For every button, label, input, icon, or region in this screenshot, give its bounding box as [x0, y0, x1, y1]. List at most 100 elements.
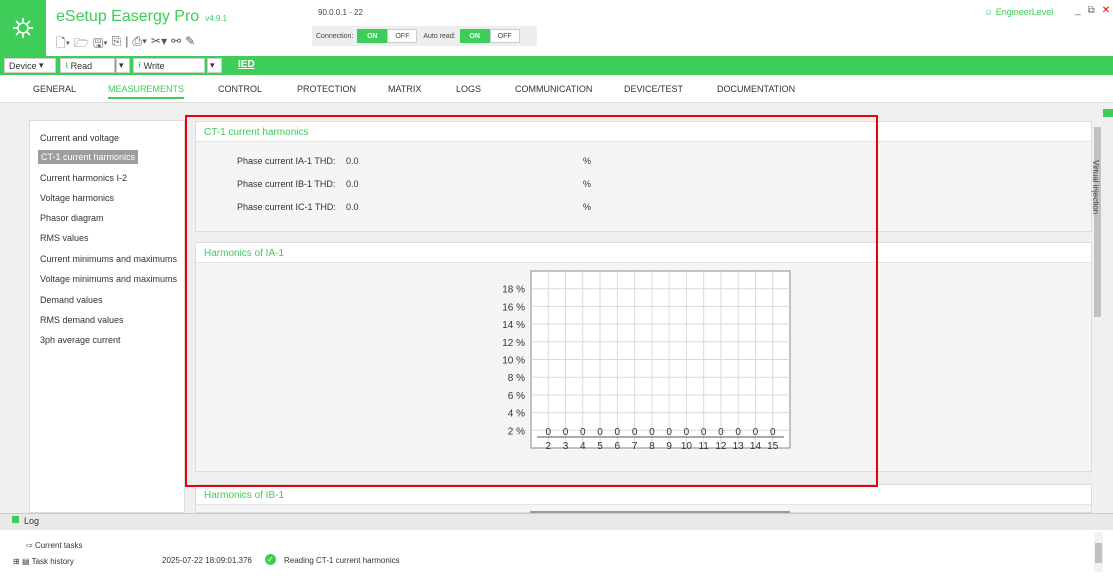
main-tabs: GENERAL MEASUREMENTS CONTROL PROTECTION …	[0, 75, 1113, 103]
connection-on-toggle[interactable]: ON	[357, 29, 388, 43]
write-button[interactable]: ⭱ Write	[133, 58, 205, 73]
ia-thd-value: 0.0	[346, 156, 359, 166]
main-toolbar: Device ▾ ⭳ Read ▾ ⭱ Write ▾ IED	[0, 56, 1113, 75]
open-folder-icon[interactable]: 🗁	[74, 34, 89, 55]
harmonics-ib-panel: Harmonics of IB-1	[195, 484, 1092, 513]
chart-x-tick-label: 9	[666, 441, 672, 452]
toolbar-separator: |	[125, 34, 129, 48]
sidebar-item-ct1-current-harmonics[interactable]: CT-1 current harmonics	[38, 150, 139, 164]
chart-x-tick-label: 7	[632, 441, 638, 452]
restore-icon[interactable]: ⧉	[1088, 5, 1095, 16]
sidebar-item-current-harmonics-i2[interactable]: Current harmonics I-2	[40, 173, 127, 183]
tools-icon[interactable]: ✂▾	[151, 34, 167, 55]
link-icon[interactable]: ⚯	[171, 34, 181, 55]
sidebar-item-rms-demand-values[interactable]: RMS demand values	[40, 315, 124, 325]
auto-read-off-toggle[interactable]: OFF	[489, 29, 520, 43]
chart-y-tick-label: 12 %	[502, 338, 525, 349]
sidebar-item-voltage-min-max[interactable]: Voltage minimums and maximums	[40, 274, 177, 284]
sidebar-item-current-and-voltage[interactable]: Current and voltage	[40, 133, 119, 143]
chart-y-tick-label: 2 %	[508, 426, 525, 437]
export-icon[interactable]: ⎘	[112, 34, 122, 55]
log-scrollbar-thumb[interactable]	[1095, 543, 1102, 563]
task-history-item[interactable]: ⊞ ▤ Task history	[13, 557, 74, 566]
sidebar-item-current-min-max[interactable]: Current minimums and maximums	[40, 254, 177, 264]
ia-thd-label: Phase current IA-1 THD:	[237, 156, 336, 166]
chart-data-label: 0	[718, 427, 724, 438]
app-title: eSetup Easergy Pro v4.9.1	[56, 8, 227, 26]
chart-data-label: 0	[597, 427, 603, 438]
tab-protection[interactable]: PROTECTION	[297, 84, 356, 94]
chevron-down-icon: ▾	[119, 60, 124, 70]
expand-icon: ⊞	[13, 557, 20, 566]
chevron-down-icon: ▾	[210, 60, 215, 70]
thd-panel-title: CT-1 current harmonics	[196, 122, 1091, 142]
app-version: v4.9.1	[205, 14, 227, 23]
write-dropdown-button[interactable]: ▾	[207, 58, 222, 73]
wrench-icon[interactable]: ✎	[185, 34, 195, 55]
tab-documentation[interactable]: DOCUMENTATION	[717, 84, 795, 94]
log-collapse-icon[interactable]	[12, 516, 19, 523]
tab-communication[interactable]: COMMUNICATION	[515, 84, 592, 94]
save-icon[interactable]: 🖫▾	[93, 34, 108, 55]
sidebar-item-voltage-harmonics[interactable]: Voltage harmonics	[40, 193, 114, 203]
chart-data-label: 0	[615, 427, 621, 438]
sidebar-item-phasor-diagram[interactable]: Phasor diagram	[40, 213, 104, 223]
chart-y-tick-label: 10 %	[502, 356, 525, 367]
chart-data-label: 0	[701, 427, 707, 438]
device-address: 90.0.0.1 - 22	[318, 8, 363, 17]
chart-x-tick-label: 5	[597, 441, 603, 452]
tab-matrix[interactable]: MATRIX	[388, 84, 421, 94]
read-label: Read	[70, 60, 93, 71]
tab-logs[interactable]: LOGS	[456, 84, 481, 94]
log-entry-text: Reading CT-1 current harmonics	[284, 556, 400, 565]
auto-read-on-toggle[interactable]: ON	[459, 29, 490, 43]
tab-control[interactable]: CONTROL	[218, 84, 262, 94]
harmonics-ia-chart: 2 %4 %6 %8 %10 %12 %14 %16 %18 %02030405…	[502, 270, 791, 452]
chart-y-tick-label: 18 %	[502, 285, 525, 296]
current-tasks-label: Current tasks	[34, 541, 83, 550]
ib-thd-value: 0.0	[346, 179, 359, 189]
minimize-icon[interactable]: _	[1075, 5, 1081, 16]
ib-thd-label: Phase current IB-1 THD:	[237, 179, 336, 189]
print-icon[interactable]: ⎙▾	[132, 34, 147, 55]
new-file-icon[interactable]: 🗋▾	[56, 34, 70, 55]
sidebar-item-rms-values[interactable]: RMS values	[40, 233, 89, 243]
chart-y-tick-label: 14 %	[502, 320, 525, 331]
chart-y-tick-label: 4 %	[508, 409, 525, 420]
chart-y-tick-label: 16 %	[502, 302, 525, 313]
connection-controls: Connection: ON OFF Auto read: ON OFF	[312, 26, 537, 46]
read-button[interactable]: ⭳ Read	[60, 58, 115, 73]
chart-data-label: 0	[632, 427, 638, 438]
connection-off-toggle[interactable]: OFF	[387, 29, 418, 43]
auto-read-label: Auto read:	[423, 32, 456, 40]
close-icon[interactable]: ✕	[1102, 5, 1110, 16]
ied-tab[interactable]: IED	[238, 59, 255, 70]
chart-x-tick-label: 14	[750, 441, 762, 452]
success-check-icon: ✓	[265, 554, 276, 565]
log-body	[0, 530, 1113, 577]
tab-measurements[interactable]: MEASUREMENTS	[108, 84, 185, 99]
chart-data-label: 0	[753, 427, 759, 438]
tab-device-test[interactable]: DEVICE/TEST	[624, 84, 683, 94]
ic-thd-unit: %	[583, 202, 592, 212]
vertical-scrollbar-thumb[interactable]	[1094, 127, 1101, 317]
read-dropdown-button[interactable]: ▾	[116, 58, 130, 73]
user-level[interactable]: ☺ EngineerLevel	[984, 7, 1053, 17]
user-level-text: EngineerLevel	[995, 7, 1054, 17]
read-icon: ⭳	[65, 59, 69, 70]
sidebar-item-demand-values[interactable]: Demand values	[40, 295, 103, 305]
history-icon: ▤	[21, 557, 30, 566]
current-tasks-item[interactable]: ⇨ Current tasks	[26, 541, 83, 550]
device-label: Device	[9, 60, 37, 71]
app-title-text: eSetup Easergy Pro	[56, 8, 200, 25]
sidebar-item-3ph-average-current[interactable]: 3ph average current	[40, 335, 121, 345]
tab-general[interactable]: GENERAL	[33, 84, 76, 94]
chart-data-label: 0	[666, 427, 672, 438]
chart-data-label: 0	[684, 427, 690, 438]
device-menu-button[interactable]: Device ▾	[4, 58, 56, 73]
chart-data-label: 0	[770, 427, 776, 438]
virtual-injection-expand-icon[interactable]	[1103, 109, 1113, 117]
virtual-injection-tab[interactable]: Virtual injection	[1091, 160, 1100, 214]
task-history-label: Task history	[31, 557, 74, 566]
gear-icon	[13, 18, 33, 38]
